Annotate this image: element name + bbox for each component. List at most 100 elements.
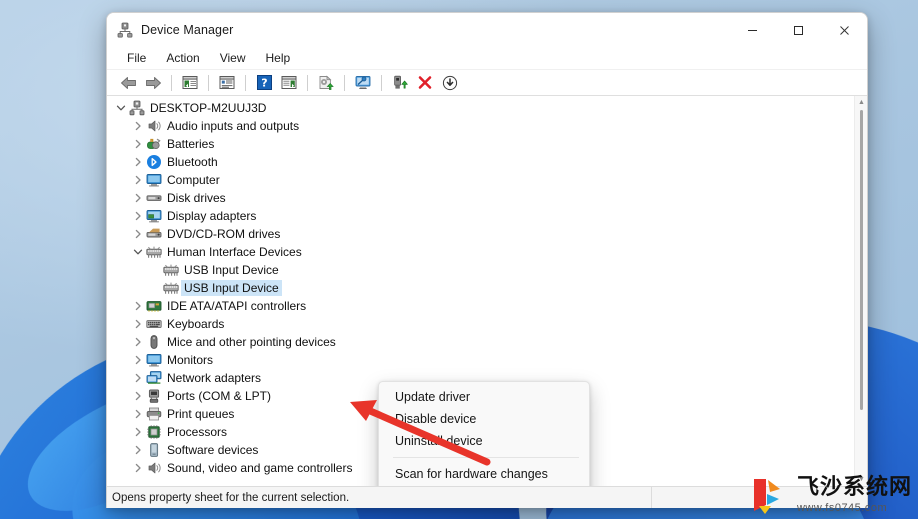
show-hide-console-tree-icon[interactable]	[178, 72, 202, 94]
chevron-right-icon[interactable]	[130, 171, 146, 189]
chevron-right-icon[interactable]	[130, 135, 146, 153]
context-menu-item-uninstall-device[interactable]: Uninstall device	[379, 430, 589, 452]
tree-item[interactable]: Disk drives	[107, 189, 854, 207]
context-menu[interactable]: Update driver Disable device Uninstall dev…	[378, 381, 590, 486]
scrollbar-thumb[interactable]	[860, 110, 863, 410]
show-hide-action-pane-icon[interactable]	[277, 72, 301, 94]
menu-file[interactable]: File	[118, 49, 155, 67]
keyboard-icon	[146, 316, 162, 332]
context-menu-item-update-driver[interactable]: Update driver	[379, 386, 589, 408]
scan-hardware-changes-icon[interactable]	[351, 72, 375, 94]
tree-item-label: USB Input Device	[184, 263, 279, 277]
menu-help[interactable]: Help	[257, 49, 300, 67]
tree-item[interactable]: DESKTOP-M2UUJ3D	[107, 99, 854, 117]
menu-view[interactable]: View	[211, 49, 255, 67]
tree-item[interactable]: Display adapters	[107, 207, 854, 225]
tree-item-label: Computer	[167, 173, 220, 187]
tree-item-label: Bluetooth	[167, 155, 218, 169]
chevron-right-icon[interactable]	[130, 153, 146, 171]
tree-item[interactable]: USB Input Device	[107, 261, 854, 279]
tree-item-label: Batteries	[167, 137, 215, 151]
disk-drive-icon	[146, 190, 162, 206]
context-menu-item-disable-device[interactable]: Disable device	[379, 408, 589, 430]
chevron-right-icon[interactable]	[130, 225, 146, 243]
minimize-button[interactable]	[729, 13, 775, 47]
svg-text:?: ?	[261, 77, 267, 90]
tree-item[interactable]: USB Input Device	[107, 279, 854, 297]
optical-drive-icon	[146, 226, 162, 242]
chevron-right-icon[interactable]	[130, 369, 146, 387]
speaker-icon	[146, 118, 162, 134]
toolbar-separator-3	[245, 74, 246, 91]
ide-controller-icon	[146, 298, 162, 314]
hid-icon	[163, 280, 179, 296]
window-controls	[729, 13, 867, 47]
tree-item-label: Human Interface Devices	[167, 245, 302, 259]
battery-icon	[146, 136, 162, 152]
tree-item[interactable]: Bluetooth	[107, 153, 854, 171]
chevron-right-icon[interactable]	[130, 387, 146, 405]
tree-item-label: Audio inputs and outputs	[167, 119, 300, 133]
tree-item-label: DESKTOP-M2UUJ3D	[150, 101, 267, 115]
chevron-right-icon[interactable]	[130, 315, 146, 333]
toolbar-separator-6	[381, 74, 382, 91]
menu-action[interactable]: Action	[157, 49, 208, 67]
chevron-right-icon[interactable]	[130, 333, 146, 351]
maximize-button[interactable]	[775, 13, 821, 47]
chevron-right-icon[interactable]	[130, 297, 146, 315]
printer-icon	[146, 406, 162, 422]
back-arrow-icon[interactable]	[116, 72, 140, 94]
tree-item[interactable]: Batteries	[107, 135, 854, 153]
title-bar-left: Device Manager	[107, 13, 233, 47]
tree-item-label: DVD/CD-ROM drives	[167, 227, 281, 241]
uninstall-device-icon[interactable]	[413, 72, 437, 94]
tree-item[interactable]: Monitors	[107, 351, 854, 369]
title-bar[interactable]: Device Manager	[107, 13, 867, 47]
tree-item[interactable]: Audio inputs and outputs	[107, 117, 854, 135]
window-title: Device Manager	[141, 23, 234, 37]
tree-item[interactable]: Computer	[107, 171, 854, 189]
chevron-right-icon[interactable]	[130, 117, 146, 135]
chevron-right-icon[interactable]	[130, 459, 146, 477]
context-menu-item-scan-for-hardware-changes[interactable]: Scan for hardware changes	[379, 463, 589, 485]
chevron-right-icon[interactable]	[130, 207, 146, 225]
port-icon	[146, 388, 162, 404]
tree-item[interactable]: IDE ATA/ATAPI controllers	[107, 297, 854, 315]
properties-icon[interactable]	[215, 72, 239, 94]
scroll-up-arrow-icon[interactable]: ▲	[855, 96, 867, 109]
tree-item[interactable]: Human Interface Devices	[107, 243, 854, 261]
toolbar: ?	[107, 70, 867, 96]
tree-item-label: Display adapters	[167, 209, 257, 223]
hid-icon	[146, 244, 162, 260]
chevron-right-icon[interactable]	[130, 441, 146, 459]
chevron-right-icon[interactable]	[130, 351, 146, 369]
chevron-right-icon[interactable]	[130, 423, 146, 441]
chevron-right-icon[interactable]	[130, 189, 146, 207]
toolbar-separator-1	[171, 74, 172, 91]
tree-item[interactable]: Mice and other pointing devices	[107, 333, 854, 351]
watermark-url: www.fs0745.com	[796, 501, 888, 514]
tree-item-label: Keyboards	[167, 317, 225, 331]
toolbar-separator-5	[344, 74, 345, 91]
device-manager-window: Device Manager File Action View Help ? D…	[106, 12, 868, 508]
chevron-down-icon[interactable]	[130, 243, 146, 261]
update-driver-icon[interactable]	[314, 72, 338, 94]
monitor-icon	[146, 172, 162, 188]
disable-device-icon[interactable]	[438, 72, 462, 94]
chevron-down-icon[interactable]	[113, 99, 129, 117]
toolbar-separator-2	[208, 74, 209, 91]
mouse-icon	[146, 334, 162, 350]
help-icon[interactable]: ?	[252, 72, 276, 94]
enable-device-icon[interactable]	[388, 72, 412, 94]
monitor-icon	[146, 352, 162, 368]
vertical-scrollbar[interactable]: ▲ ▼	[854, 96, 867, 486]
close-button[interactable]	[821, 13, 867, 47]
software-device-icon	[146, 442, 162, 458]
tree-item-label: Network adapters	[167, 371, 262, 385]
status-text: Opens property sheet for the current sel…	[112, 491, 350, 504]
chevron-right-icon[interactable]	[130, 405, 146, 423]
tree-item[interactable]: Keyboards	[107, 315, 854, 333]
forward-arrow-icon[interactable]	[141, 72, 165, 94]
tree-item-label: Sound, video and game controllers	[167, 461, 353, 475]
tree-item[interactable]: DVD/CD-ROM drives	[107, 225, 854, 243]
